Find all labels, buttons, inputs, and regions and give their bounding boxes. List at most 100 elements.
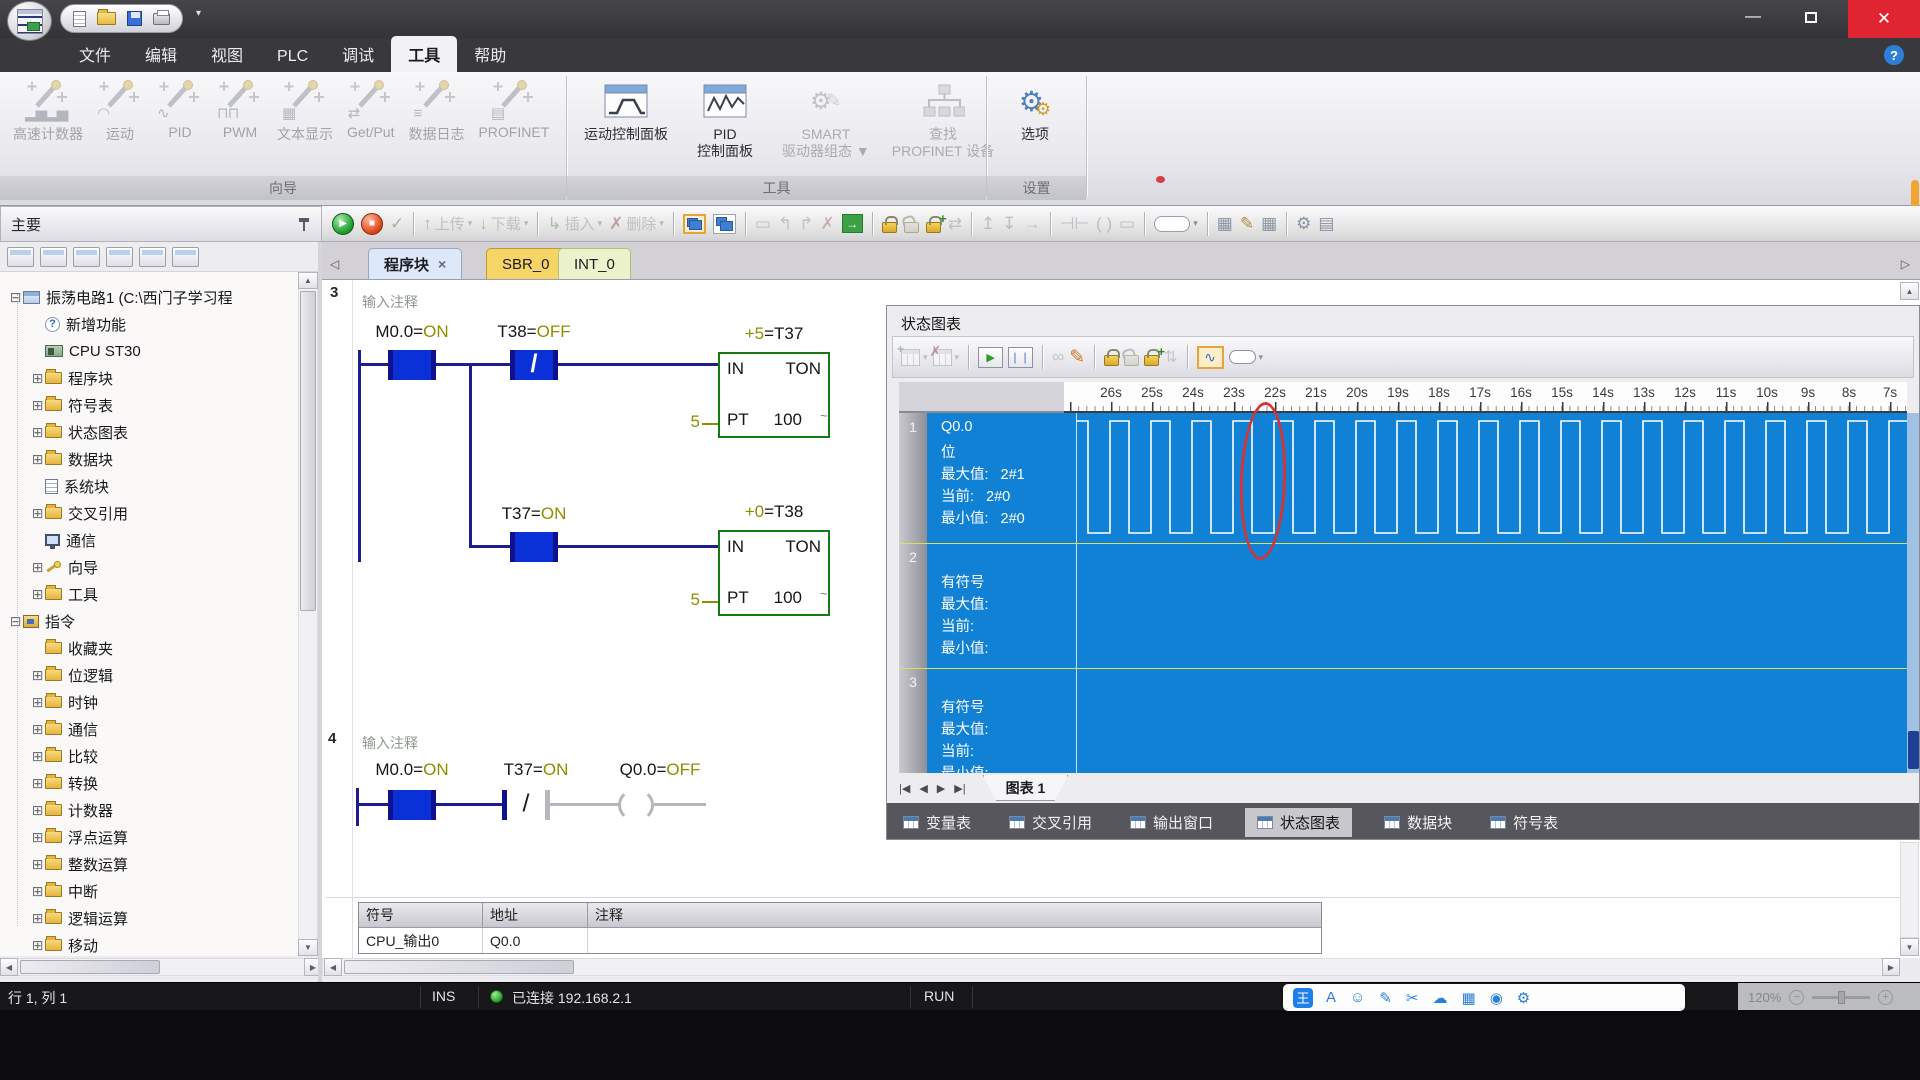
tree-expander-icon[interactable]: ⊞ [30,425,45,439]
chart-scrollbar[interactable] [1907,413,1920,773]
delete-chart-button[interactable]: ▾ [933,349,960,366]
menu-item-文件[interactable]: 文件 [62,36,128,72]
smart-drive-config-button[interactable]: ⚙✎SMART驱动器组态 ▼ [774,76,878,160]
dropdown-caret-icon[interactable]: ▾ [1259,352,1264,363]
editor-scroll-up-icon[interactable]: ▲ [1900,282,1919,300]
menu-item-工具[interactable]: 工具 [391,36,457,72]
dock-tab-符号表[interactable]: 符号表 [1484,808,1564,837]
tree-item-比较[interactable]: ⊞比较 [0,743,298,769]
tree-expander-icon[interactable]: ⊟ [8,614,23,628]
tree-item-通信[interactable]: 通信 [0,527,298,553]
ime-icon-4[interactable]: ☁ [1433,989,1448,1007]
editor-hscroll-thumb[interactable] [344,960,574,974]
move-right-button[interactable]: → [1022,215,1043,232]
editor-scroll-left-icon[interactable]: ◀ [324,958,342,976]
tree-item-浮点运算[interactable]: ⊞浮点运算 [0,824,298,850]
chart-grid[interactable]: 1Q0.0位最大值:2#1当前:2#0最小值:2#02有符号最大值:当前:最小值… [899,413,1907,773]
force-add-button[interactable] [1144,348,1159,366]
wizard-get-put-button[interactable]: ⇄Get/Put [340,74,401,144]
pid-control-panel-button[interactable]: PID控制面板 [682,76,768,160]
insert-button[interactable]: ↳插入▾ [545,213,604,234]
tree-expander-icon[interactable]: ⊞ [30,830,45,844]
dropdown-caret-icon[interactable]: ▾ [1193,218,1198,229]
tree-item-数据块[interactable]: ⊞数据块 [0,446,298,472]
motion-control-panel-button[interactable]: 运动控制面板 [576,76,676,160]
timer-box-t37[interactable]: IN TON PT 100 [718,352,830,438]
tree-expander-icon[interactable]: ⊞ [30,911,45,925]
tree-expander-icon[interactable]: ⊞ [30,938,45,952]
tree-item-程序块[interactable]: ⊞程序块 [0,365,298,391]
chart-tab[interactable]: 图表 1 [983,775,1069,801]
dock-tab-状态图表[interactable]: 状态图表 [1245,808,1352,837]
tree-expander-icon[interactable]: ⊞ [30,857,45,871]
view-icon-3[interactable] [73,247,100,267]
compile-button[interactable]: ✓ [388,215,406,232]
contact-t37-nc-n4[interactable]: / [502,790,550,820]
zoom-slider[interactable] [1812,996,1870,999]
ime-icon-6[interactable]: ◉ [1490,989,1503,1007]
tree-expander-icon[interactable]: ⊞ [30,398,45,412]
dropdown-caret-icon[interactable]: ▾ [524,218,529,229]
tree-expander-icon[interactable]: ⊞ [30,452,45,466]
address-col-header[interactable]: 地址 [483,903,588,928]
tree-expander-icon[interactable]: ⊞ [30,371,45,385]
editor-vscrollbar[interactable] [1900,842,1919,938]
tree-item-系统块[interactable]: 系统块 [0,473,298,499]
dock-tab-变量表[interactable]: 变量表 [897,808,977,837]
menu-item-编辑[interactable]: 编辑 [128,36,194,72]
tree-item-计数器[interactable]: ⊞计数器 [0,797,298,823]
timer-box-t38[interactable]: IN TON PT 100 [718,530,830,616]
ime-icon-2[interactable]: ✎ [1379,989,1392,1007]
dock-tab-数据块[interactable]: 数据块 [1378,808,1458,837]
save-icon[interactable] [127,11,142,26]
tree-item-移动[interactable]: ⊞移动 [0,932,298,956]
coil-q00[interactable] [618,788,654,822]
tree-expander-icon[interactable]: ⊞ [30,506,45,520]
symbol-table-view-button[interactable]: ▦ [1215,215,1235,232]
delete-button[interactable]: ✗删除▾ [607,213,666,234]
tree-expander-icon[interactable]: ⊞ [30,668,45,682]
tree-expander-icon[interactable]: ⊞ [30,776,45,790]
ime-icon-5[interactable]: ▦ [1462,989,1476,1007]
insert-contact-button[interactable]: ⊣⊢ [1058,215,1092,232]
move-down-button[interactable]: ↧ [1000,215,1018,232]
minimize-button[interactable]: — [1728,0,1778,34]
q00-waveform[interactable] [1076,413,1907,543]
tree-expander-icon[interactable]: ⊞ [30,560,45,574]
project-grid-button[interactable]: ▤ [1316,215,1336,232]
tree-item-通信[interactable]: ⊞通信 [0,716,298,742]
tab-INT_0[interactable]: INT_0 [558,248,631,279]
tree-item-向导[interactable]: ⊞向导 [0,554,298,580]
wizard-data-log-button[interactable]: ≡数据日志 [401,74,471,144]
dock-tab-交叉引用[interactable]: 交叉引用 [1003,808,1098,837]
unforce-button[interactable] [902,215,921,233]
customize-quickbar-icon[interactable]: ▾ [196,8,201,19]
address-display-button[interactable]: ▾ [1152,216,1200,232]
network-4-comment[interactable]: 输入注释 [362,733,418,753]
next-bookmark-button[interactable]: ↱ [797,215,815,232]
tree-item-位逻辑[interactable]: ⊞位逻辑 [0,662,298,688]
menu-item-PLC[interactable]: PLC [260,42,325,72]
chart-last-icon[interactable]: ▶| [954,782,965,795]
new-file-icon[interactable] [73,11,86,27]
help-icon[interactable]: ? [1884,45,1904,65]
contact-m00[interactable] [388,350,436,380]
tree-item-指令[interactable]: ⊟指令 [0,608,298,634]
program-status-button[interactable] [681,214,708,234]
ime-icon-1[interactable]: ☺ [1350,989,1365,1007]
tree-scroll-thumb[interactable] [300,291,316,611]
trend-view-button[interactable]: ∿ [1197,346,1224,369]
view-icon-1[interactable] [7,247,34,267]
chart-run-button[interactable]: ▶ [978,347,1003,368]
tree-expander-icon[interactable]: ⊞ [30,695,45,709]
read-force-button[interactable]: ⇄ [946,215,964,232]
chart-status-button[interactable] [711,214,738,234]
menu-item-帮助[interactable]: 帮助 [457,36,523,72]
ime-icon-7[interactable]: ⚙ [1517,989,1530,1007]
close-button[interactable]: ✕ [1848,0,1920,38]
wizard-text-display-button[interactable]: ▦文本显示 [270,74,340,144]
tree-item-整数运算[interactable]: ⊞整数运算 [0,851,298,877]
tree-scroll-up-icon[interactable]: ▲ [298,272,318,289]
table-edit-button[interactable]: ▦ [1259,215,1279,232]
dropdown-caret-icon[interactable]: ▾ [468,218,473,229]
